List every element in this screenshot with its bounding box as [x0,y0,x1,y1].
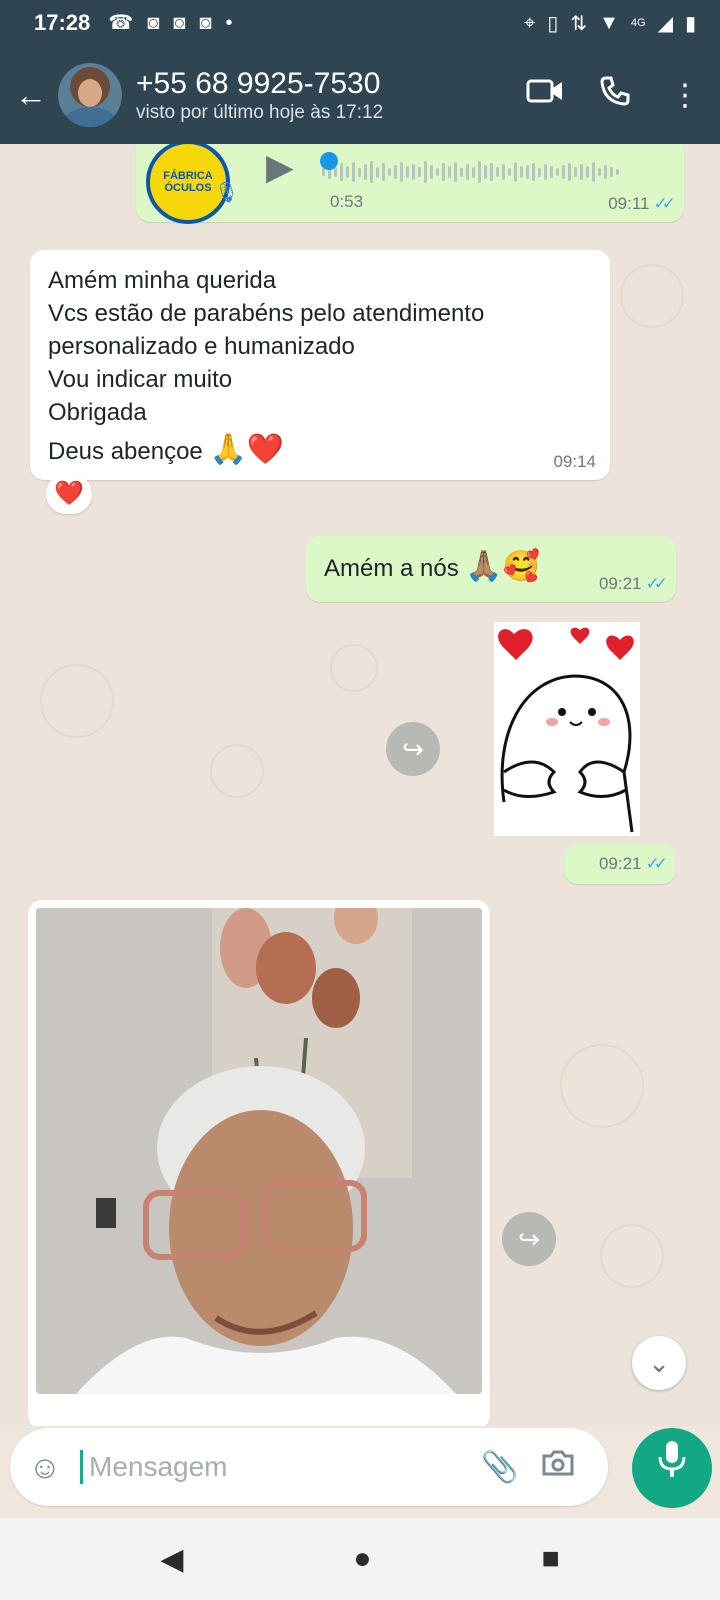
mic-icon[interactable] [632,1428,712,1508]
heart-reaction[interactable]: ❤️ [46,474,92,514]
forward-icon[interactable]: ↪ [386,722,440,776]
voice-duration: 0:53 [330,192,364,211]
battery-icon: ▮ [684,12,696,35]
message-time: 09:21 [598,854,642,873]
location-icon: ⌖ [524,11,536,34]
nav-home-icon[interactable]: ● [353,1542,371,1576]
play-icon[interactable]: ▶ [266,146,294,188]
message-line: Obrigada [48,399,147,426]
wifi-icon: ▼ [599,11,619,34]
nav-back-icon[interactable]: ◀ [160,1542,183,1577]
status-time: 17:28 [34,10,91,35]
voice-message-bubble[interactable]: FÁBRICA ÓCULOS 🎙 ▶ 0:53 09:11 ✓✓ [136,144,684,224]
phone-icon[interactable] [580,75,650,115]
attach-icon[interactable]: 📎 [471,1450,529,1485]
message-meta: 09:21 ✓✓ [598,854,668,874]
sticker-image[interactable] [494,622,640,836]
contact-info[interactable]: +55 68 9925-7530 visto por último hoje à… [136,66,510,124]
message-line-with-emoji: Deus abençoe 🙏❤️ [48,433,592,468]
message-text: Deus abençoe [48,438,203,465]
message-emoji: 🙏❤️ [209,433,285,466]
vibrate-icon: ▯ [547,12,559,35]
message-line: personalizado e humanizado [48,333,355,360]
sticker-time-pill: 09:21 ✓✓ [564,844,676,884]
camera-icon[interactable] [529,1449,587,1485]
read-ticks-icon: ✓✓ [645,854,668,873]
scroll-to-bottom-button[interactable]: ⌄ [632,1336,686,1390]
contact-avatar[interactable] [58,63,122,127]
message-emoji: 🙏🏽🥰 [465,550,541,583]
voice-waveform[interactable] [322,160,658,184]
incoming-message-bubble[interactable]: Amém minha querida Vcs estão de parabéns… [30,250,610,480]
back-arrow-icon[interactable]: ← [4,77,58,114]
forward-icon[interactable]: ↪ [502,1212,556,1266]
message-time: 09:21 [598,574,642,593]
dot-icon: • [225,12,233,34]
status-bar: 17:28 ☎ ◙ ◙ ◙ • ⌖ ▯ ⇅ ▼ 4G ◢ ▮ [0,0,720,46]
status-right: ⌖ ▯ ⇅ ▼ 4G ◢ ▮ [524,11,696,36]
network-type: 4G [630,17,646,29]
contact-name: +55 68 9925-7530 [136,67,381,100]
message-line: Vou indicar muito [48,366,233,393]
missed-call-icon: ☎ [108,12,134,34]
message-line: Amém minha querida [48,267,277,294]
message-time: 09:11 [608,194,650,213]
read-ticks-icon: ✓✓ [653,194,676,213]
message-composer: ☺ 📎 [10,1428,608,1506]
outgoing-message-bubble[interactable]: Amém a nós 🙏🏽🥰 09:21 ✓✓ [306,536,676,602]
incoming-photo-bubble[interactable] [28,900,490,1426]
message-meta: 09:21 ✓✓ [598,574,668,594]
message-line: Vcs estão de parabéns pelo atendimento [48,300,485,327]
message-text: Amém a nós [324,555,459,582]
nav-recents-icon[interactable]: ■ [542,1542,560,1576]
message-input[interactable] [87,1450,471,1484]
read-ticks-icon: ✓✓ [645,574,668,593]
emoji-icon[interactable]: ☺ [10,1449,80,1486]
chat-header: ← +55 68 9925-7530 visto por último hoje… [0,46,720,144]
instagram-icon: ◙ [147,12,160,34]
message-meta: 09:11 ✓✓ [608,194,676,214]
playback-position-dot[interactable] [320,152,338,170]
system-nav-bar: ◀ ● ■ [0,1518,720,1600]
mic-icon: 🎙 [214,182,240,204]
chat-area[interactable]: FÁBRICA ÓCULOS 🎙 ▶ 0:53 09:11 ✓✓ Amém min… [0,144,720,1426]
text-cursor [80,1450,83,1484]
photo-image[interactable] [36,908,482,1394]
video-call-icon[interactable] [510,77,580,113]
last-seen: visto por último hoje às 17:12 [136,102,384,123]
signal-icon: ◢ [657,12,673,35]
instagram-icon: ◙ [199,12,212,34]
message-time: 09:14 [553,452,596,471]
instagram-icon: ◙ [173,12,186,34]
more-vert-icon[interactable]: ⋮ [650,78,720,113]
data-arrows-icon: ⇅ [570,12,588,35]
